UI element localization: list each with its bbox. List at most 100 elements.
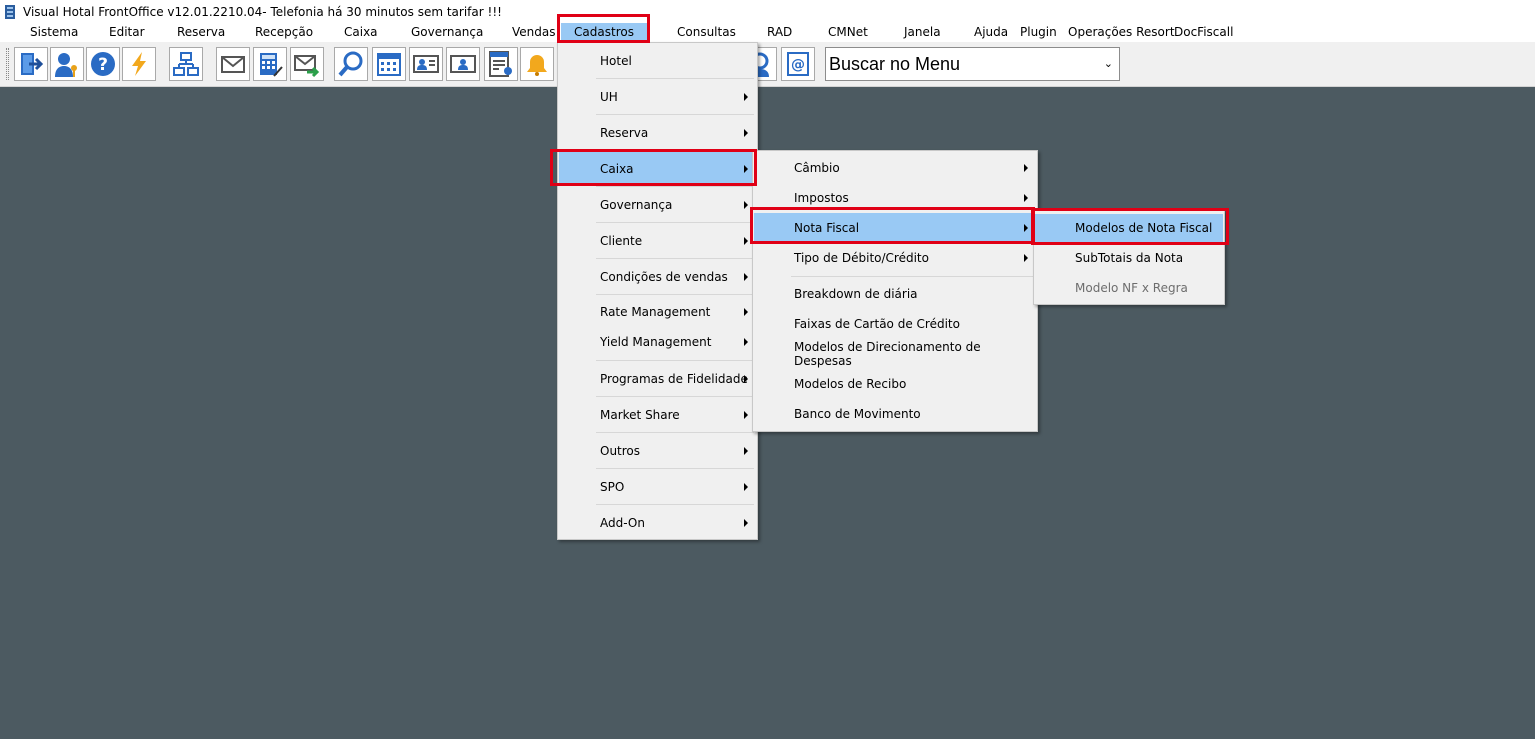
menu-editar[interactable]: Editar xyxy=(109,23,145,42)
lightning-icon[interactable] xyxy=(122,47,156,81)
calculator-icon[interactable] xyxy=(253,47,287,81)
menu-separator xyxy=(596,114,754,115)
menu-separator xyxy=(596,396,754,397)
submenu-arrow-icon xyxy=(744,518,748,527)
menu-governanca[interactable]: Governança xyxy=(411,23,483,42)
submenu-arrow-icon xyxy=(744,338,748,346)
org-chart-icon[interactable] xyxy=(169,47,203,81)
svg-text:@: @ xyxy=(791,57,805,73)
menu-item-breakdown-de-diaria[interactable]: Breakdown de diária xyxy=(754,280,1036,308)
toolbar: ? @ xyxy=(0,42,1535,87)
menu-item-add-on[interactable]: Add-On xyxy=(559,506,756,539)
menu-separator xyxy=(596,504,754,505)
user-key-icon[interactable] xyxy=(50,47,84,81)
menu-ajuda[interactable]: Ajuda xyxy=(974,23,1008,42)
menu-item-modelos-de-nota-fiscal[interactable]: Modelos de Nota Fiscal xyxy=(1035,214,1223,242)
title-bar: Visual Hotal FrontOffice v12.01.2210.04-… xyxy=(0,0,1535,23)
help-icon[interactable]: ? xyxy=(86,47,120,81)
menu-separator xyxy=(596,468,754,469)
chevron-down-icon[interactable]: ⌄ xyxy=(1104,57,1113,70)
menu-item-tipo-de-debito-credito[interactable]: Tipo de Débito/Crédito xyxy=(754,244,1036,272)
menu-item-spo[interactable]: SPO xyxy=(559,470,756,503)
menu-item-impostos[interactable]: Impostos xyxy=(754,184,1036,212)
submenu-arrow-icon xyxy=(1024,194,1028,202)
menu-item-market-share[interactable]: Market Share xyxy=(559,398,756,431)
menu-separator xyxy=(596,150,754,151)
menu-item-governanca[interactable]: Governança xyxy=(559,188,756,221)
mail-icon[interactable] xyxy=(216,47,250,81)
menu-item-modelo-nf-x-regra: Modelo NF x Regra xyxy=(1075,281,1188,295)
submenu-arrow-icon xyxy=(744,92,748,101)
menu-rad[interactable]: RAD xyxy=(767,23,792,42)
menu-separator xyxy=(596,360,754,361)
submenu-arrow-icon xyxy=(744,308,748,316)
menu-separator xyxy=(596,294,754,295)
menu-caixa[interactable]: Caixa xyxy=(344,23,378,42)
search-menu-combobox[interactable]: Buscar no Menu ⌄ xyxy=(825,47,1120,81)
toolbar-grip[interactable] xyxy=(6,48,9,80)
submenu-arrow-icon xyxy=(744,164,748,173)
id-card-icon[interactable] xyxy=(446,47,480,81)
bell-icon[interactable] xyxy=(520,47,554,81)
menu-separator xyxy=(596,258,754,259)
menu-item-modelos-de-direcionamento-de-despesas[interactable]: Modelos de Direcionamento de Despesas xyxy=(754,340,1036,368)
room-chart-icon[interactable] xyxy=(484,47,518,81)
menu-item-nota-fiscal[interactable]: Nota Fiscal xyxy=(754,213,1036,242)
menu-item-uh[interactable]: UH xyxy=(559,80,756,113)
submenu-arrow-icon xyxy=(744,200,748,209)
menu-item-caixa[interactable]: Caixa xyxy=(559,152,756,185)
menu-item-rate-management[interactable]: Rate Management xyxy=(559,298,756,326)
calendar-icon[interactable] xyxy=(372,47,406,81)
hotel-app-icon xyxy=(5,4,15,19)
cadastros-menu: Hotel UH Reserva Caixa Governança Client… xyxy=(557,42,758,540)
menu-consultas[interactable]: Consultas xyxy=(677,23,736,42)
menu-item-modelos-de-recibo[interactable]: Modelos de Recibo xyxy=(754,370,1036,398)
search-icon[interactable] xyxy=(334,47,368,81)
submenu-arrow-icon xyxy=(1024,223,1028,232)
menu-item-condicoes-de-vendas[interactable]: Condições de vendas xyxy=(559,260,756,293)
menu-separator xyxy=(596,186,754,187)
nota-fiscal-submenu: Modelos de Nota Fiscal SubTotais da Nota… xyxy=(1033,210,1225,305)
menu-separator xyxy=(791,276,1034,277)
menu-docfiscall[interactable]: DocFiscall xyxy=(1174,23,1233,42)
guest-card-icon[interactable] xyxy=(409,47,443,81)
submenu-arrow-icon xyxy=(744,446,748,455)
menu-operacoes-resort[interactable]: Operações Resort xyxy=(1068,23,1175,42)
submenu-arrow-icon xyxy=(744,410,748,419)
menu-vendas[interactable]: Vendas xyxy=(512,23,556,42)
menu-sistema[interactable]: Sistema xyxy=(30,23,78,42)
menu-janela[interactable]: Janela xyxy=(904,23,941,42)
menu-plugin[interactable]: Plugin xyxy=(1020,23,1057,42)
window-title: Visual Hotal FrontOffice v12.01.2210.04-… xyxy=(23,4,502,19)
menu-item-outros[interactable]: Outros xyxy=(559,434,756,467)
menu-recepcao[interactable]: Recepção xyxy=(255,23,313,42)
submenu-arrow-icon xyxy=(744,374,748,383)
submenu-arrow-icon xyxy=(744,236,748,245)
menu-item-reserva[interactable]: Reserva xyxy=(559,116,756,149)
menu-separator xyxy=(596,78,754,79)
menu-cadastros[interactable]: Cadastros xyxy=(561,23,647,42)
submenu-arrow-icon xyxy=(1024,164,1028,172)
menu-bar: Sistema Editar Reserva Recepção Caixa Go… xyxy=(0,23,1535,42)
menu-item-cambio[interactable]: Câmbio xyxy=(754,154,1036,182)
caixa-submenu: Câmbio Impostos Nota Fiscal Tipo de Débi… xyxy=(752,150,1038,432)
menu-cmnet[interactable]: CMNet xyxy=(828,23,868,42)
submenu-arrow-icon xyxy=(744,482,748,491)
menu-item-hotel[interactable]: Hotel xyxy=(559,44,756,77)
menu-item-yield-management[interactable]: Yield Management xyxy=(559,328,756,356)
search-menu-value: Buscar no Menu xyxy=(829,54,961,74)
menu-reserva[interactable]: Reserva xyxy=(177,23,225,42)
mail-forward-icon[interactable] xyxy=(290,47,324,81)
menu-item-banco-de-movimento[interactable]: Banco de Movimento xyxy=(754,400,1036,428)
submenu-arrow-icon xyxy=(1024,254,1028,262)
svg-text:?: ? xyxy=(98,55,108,75)
logout-icon[interactable] xyxy=(14,47,48,81)
menu-item-subtotais-da-nota[interactable]: SubTotais da Nota xyxy=(1035,244,1223,272)
email-at-icon[interactable]: @ xyxy=(781,47,815,81)
menu-item-cliente[interactable]: Cliente xyxy=(559,224,756,257)
menu-item-programas-de-fidelidade[interactable]: Programas de Fidelidade xyxy=(559,362,756,395)
menu-separator xyxy=(596,432,754,433)
submenu-arrow-icon xyxy=(744,272,748,281)
menu-item-faixas-de-cartao-de-credito[interactable]: Faixas de Cartão de Crédito xyxy=(754,310,1036,338)
submenu-arrow-icon xyxy=(744,128,748,137)
